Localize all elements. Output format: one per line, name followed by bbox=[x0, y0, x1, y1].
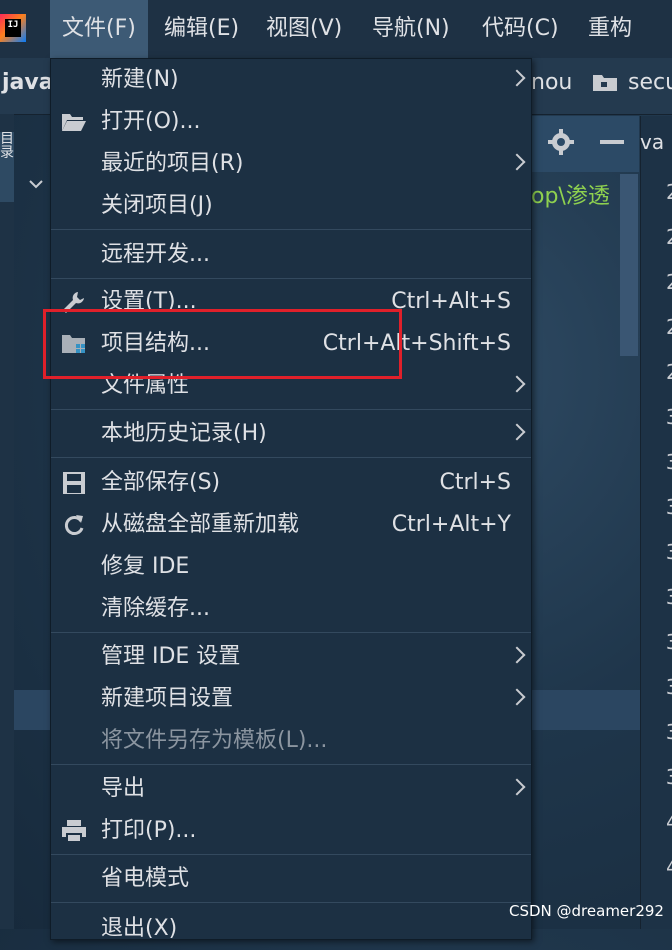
menu-separator bbox=[51, 457, 531, 458]
reload-icon bbox=[64, 515, 84, 535]
menu-separator bbox=[51, 764, 531, 765]
menu-item-label: 远程开发... bbox=[101, 242, 210, 267]
menu-item-save-all[interactable]: 全部保存(S) Ctrl+S bbox=[51, 462, 531, 504]
menu-item-recent[interactable]: 最近的项目(R) bbox=[51, 143, 531, 185]
menu-item-label: 省电模式 bbox=[101, 866, 190, 891]
submenu-arrow-icon bbox=[508, 375, 526, 393]
line-number: 3 bbox=[666, 765, 672, 789]
menu-item-remote[interactable]: 远程开发... bbox=[51, 234, 531, 276]
gear-icon[interactable] bbox=[547, 128, 575, 156]
folder-open-icon bbox=[62, 114, 86, 131]
menu-item-label: 打开(O)... bbox=[101, 109, 201, 134]
menu-item-label: 打印(P)... bbox=[101, 818, 197, 843]
menu-navigate[interactable]: 导航(N) bbox=[360, 0, 462, 58]
save-icon bbox=[63, 472, 85, 494]
chevron-down-icon[interactable] bbox=[28, 176, 44, 192]
vertical-scrollbar[interactable] bbox=[620, 174, 638, 356]
editor-path-text: op\渗透 bbox=[531, 184, 610, 209]
menu-item-save-as-template[interactable]: 将文件另存为模板(L)... bbox=[51, 720, 531, 762]
line-number: 2 bbox=[666, 360, 672, 384]
menu-separator bbox=[51, 278, 531, 279]
watermark: CSDN @dreamer292 bbox=[509, 902, 664, 920]
menu-separator bbox=[51, 229, 531, 230]
menu-item-label: 将文件另存为模板(L)... bbox=[101, 728, 328, 753]
printer-icon bbox=[62, 820, 86, 843]
submenu-arrow-icon bbox=[508, 778, 526, 796]
menu-code[interactable]: 代码(C) bbox=[470, 0, 571, 58]
editor-tab[interactable]: va bbox=[640, 130, 664, 154]
menu-item-label: 管理 IDE 设置 bbox=[101, 644, 241, 669]
menu-separator bbox=[51, 854, 531, 855]
menu-item-new-project-settings[interactable]: 新建项目设置 bbox=[51, 678, 531, 720]
line-number: 3 bbox=[666, 630, 672, 654]
menu-item-local-history[interactable]: 本地历史记录(H) bbox=[51, 413, 531, 455]
menu-item-print[interactable]: 打印(P)... bbox=[51, 810, 531, 852]
line-number: 2 bbox=[666, 315, 672, 339]
menu-item-label: 关闭项目(J) bbox=[101, 193, 213, 218]
file-menu-dropdown: 新建(N) 打开(O)... 最近的项目(R) 关闭项目(J) 远程开发... … bbox=[50, 58, 532, 941]
line-number: 3 bbox=[666, 585, 672, 609]
menu-item-invalidate-caches[interactable]: 清除缓存... bbox=[51, 588, 531, 630]
menu-bar: IJ 文件(F) 编辑(E) 视图(V) 导航(N) 代码(C) 重构(R) bbox=[0, 0, 672, 99]
menu-item-label: 导出 bbox=[101, 776, 146, 801]
menu-item-label: 从磁盘全部重新加载 bbox=[101, 512, 300, 537]
menu-edit[interactable]: 编辑(E) bbox=[152, 0, 251, 58]
menu-item-shortcut: Ctrl+Alt+S bbox=[391, 289, 511, 314]
breadcrumb-segment[interactable]: nou bbox=[531, 70, 572, 95]
menu-item-new[interactable]: 新建(N) bbox=[51, 59, 531, 101]
menu-file[interactable]: 文件(F) bbox=[50, 0, 148, 58]
line-number: 4 bbox=[666, 810, 672, 834]
menu-separator bbox=[51, 902, 531, 903]
line-number: 2 bbox=[666, 180, 672, 204]
menu-item-label: 本地历史记录(H) bbox=[101, 421, 267, 446]
line-number: 4 bbox=[666, 855, 672, 879]
breadcrumb-project[interactable]: java bbox=[2, 70, 54, 95]
submenu-arrow-icon bbox=[508, 153, 526, 171]
menu-item-shortcut: Ctrl+Alt+Y bbox=[391, 512, 511, 537]
menu-separator bbox=[51, 632, 531, 633]
folder-icon bbox=[593, 75, 617, 91]
menu-item-label: 最近的项目(R) bbox=[101, 151, 244, 176]
menu-item-label: 新建项目设置 bbox=[101, 686, 234, 711]
menu-item-close[interactable]: 关闭项目(J) bbox=[51, 185, 531, 227]
line-number: 3 bbox=[666, 495, 672, 519]
submenu-arrow-icon bbox=[508, 646, 526, 664]
submenu-arrow-icon bbox=[508, 423, 526, 441]
line-number: 3 bbox=[666, 405, 672, 429]
project-tool-tab[interactable]: 目录 bbox=[0, 132, 14, 202]
line-number: 2 bbox=[666, 270, 672, 294]
menu-item-repair-ide[interactable]: 修复 IDE bbox=[51, 546, 531, 588]
menu-item-label: 清除缓存... bbox=[101, 596, 210, 621]
menu-item-label: 修复 IDE bbox=[101, 554, 190, 579]
intellij-logo-icon[interactable]: IJ bbox=[0, 14, 26, 42]
highlight-annotation-box bbox=[43, 309, 402, 379]
menu-refactor[interactable]: 重构(R) bbox=[576, 0, 672, 99]
menu-item-shortcut: Ctrl+S bbox=[439, 470, 511, 495]
menu-item-exit[interactable]: 退出(X) bbox=[51, 908, 531, 950]
line-number: 2 bbox=[666, 225, 672, 249]
menu-item-label: 退出(X) bbox=[101, 916, 178, 941]
menu-item-power-save[interactable]: 省电模式 bbox=[51, 858, 531, 900]
submenu-arrow-icon bbox=[508, 688, 526, 706]
menu-item-label: 新建(N) bbox=[101, 67, 179, 92]
left-tool-stripe bbox=[0, 114, 14, 929]
line-number: 3 bbox=[666, 540, 672, 564]
menu-item-label: 全部保存(S) bbox=[101, 470, 221, 495]
breadcrumb-folder[interactable]: secu bbox=[628, 70, 672, 95]
menu-item-export[interactable]: 导出 bbox=[51, 768, 531, 810]
submenu-arrow-icon bbox=[508, 69, 526, 87]
menu-item-manage-ide-settings[interactable]: 管理 IDE 设置 bbox=[51, 636, 531, 678]
line-number: 3 bbox=[666, 720, 672, 744]
line-number: 3 bbox=[666, 675, 672, 699]
menu-view[interactable]: 视图(V) bbox=[254, 0, 354, 58]
line-number: 3 bbox=[666, 450, 672, 474]
menu-item-reload[interactable]: 从磁盘全部重新加载 Ctrl+Alt+Y bbox=[51, 504, 531, 546]
menu-item-open[interactable]: 打开(O)... bbox=[51, 101, 531, 143]
menu-separator bbox=[51, 409, 531, 410]
minimize-icon[interactable] bbox=[600, 140, 624, 144]
